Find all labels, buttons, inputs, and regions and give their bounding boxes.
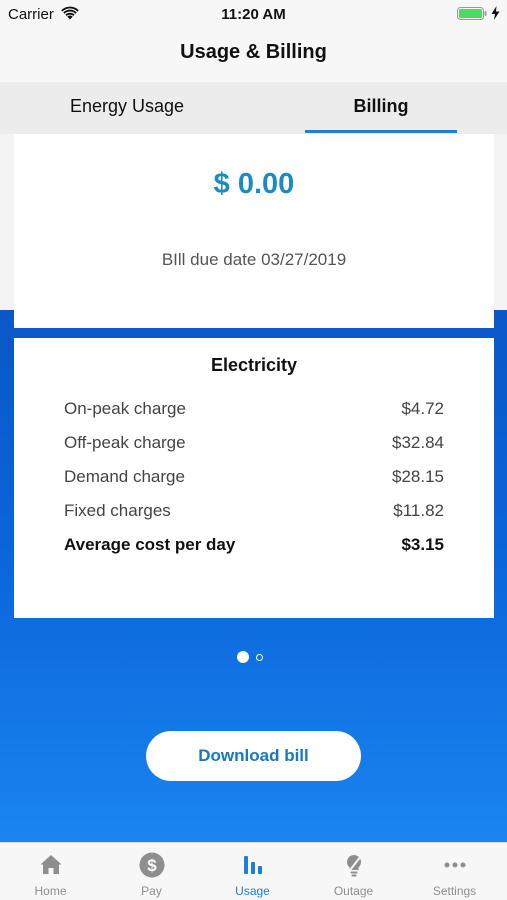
electricity-title: Electricity	[210, 355, 298, 375]
navigation-bar: Usage & Billing	[0, 28, 507, 82]
bill-due-date: BIll due date 03/27/2019	[161, 250, 347, 269]
charge-label: Fixed charges	[64, 501, 171, 520]
tab-energy-usage[interactable]: Energy Usage	[50, 82, 204, 134]
charge-value: $11.82	[393, 501, 444, 520]
page-dot-inactive	[256, 654, 263, 661]
bottom-tab-bar: Home $ Pay Usage Outage Settings	[0, 842, 507, 900]
home-icon	[40, 855, 62, 874]
charge-row-on-peak: On-peak charge $4.72	[64, 399, 444, 423]
usage-billing-tabs: Energy Usage Billing	[0, 82, 507, 134]
tab-bar-item-outage[interactable]: Outage	[303, 843, 404, 900]
charge-value: $3.15	[401, 535, 444, 554]
svg-text:$: $	[147, 856, 157, 875]
tab-bar-item-home[interactable]: Home	[0, 843, 101, 900]
tab-bar-label: Usage	[235, 884, 270, 898]
bill-amount-card: $ 0.00 BIll due date 03/27/2019	[14, 134, 494, 328]
charging-bolt-icon	[491, 6, 500, 20]
bill-amount: $ 0.00	[213, 168, 295, 200]
tab-bar-label: Outage	[333, 884, 374, 898]
charge-value: $32.84	[392, 433, 444, 452]
download-bill-button[interactable]: Download bill	[146, 731, 361, 781]
charge-label: Off-peak charge	[64, 433, 186, 452]
electricity-card: Electricity On-peak charge $4.72 Off-pea…	[14, 338, 494, 618]
charge-row-fixed: Fixed charges $11.82	[64, 501, 444, 525]
tab-bar-label: Home	[34, 884, 67, 898]
charge-row-demand: Demand charge $28.15	[64, 467, 444, 491]
charge-label: Demand charge	[64, 467, 185, 486]
page-indicator[interactable]	[237, 651, 267, 663]
ellipsis-icon	[444, 862, 466, 868]
tab-bar-item-settings[interactable]: Settings	[404, 843, 505, 900]
tab-bar-item-pay[interactable]: $ Pay	[101, 843, 202, 900]
charge-value: $4.72	[401, 399, 444, 418]
charge-label: Average cost per day	[64, 535, 236, 554]
battery-icon	[457, 7, 487, 20]
charge-label: On-peak charge	[64, 399, 186, 418]
lightbulb-icon	[346, 854, 362, 877]
status-bar: Carrier 11:20 AM	[0, 0, 507, 28]
tab-bar-label: Pay	[141, 884, 162, 898]
tab-bar-label: Settings	[432, 884, 477, 898]
page-dot-active	[237, 651, 249, 663]
dollar-icon: $	[139, 852, 165, 878]
charge-value: $28.15	[392, 467, 444, 486]
selected-tab-indicator	[305, 130, 457, 133]
status-time: 11:20 AM	[221, 6, 286, 23]
charge-row-average-cost: Average cost per day $3.15	[64, 535, 444, 559]
page-title: Usage & Billing	[180, 41, 327, 63]
tab-bar-item-usage[interactable]: Usage	[202, 843, 303, 900]
bar-chart-icon	[244, 856, 262, 874]
tab-billing[interactable]: Billing	[305, 82, 457, 134]
charge-row-off-peak: Off-peak charge $32.84	[64, 433, 444, 457]
